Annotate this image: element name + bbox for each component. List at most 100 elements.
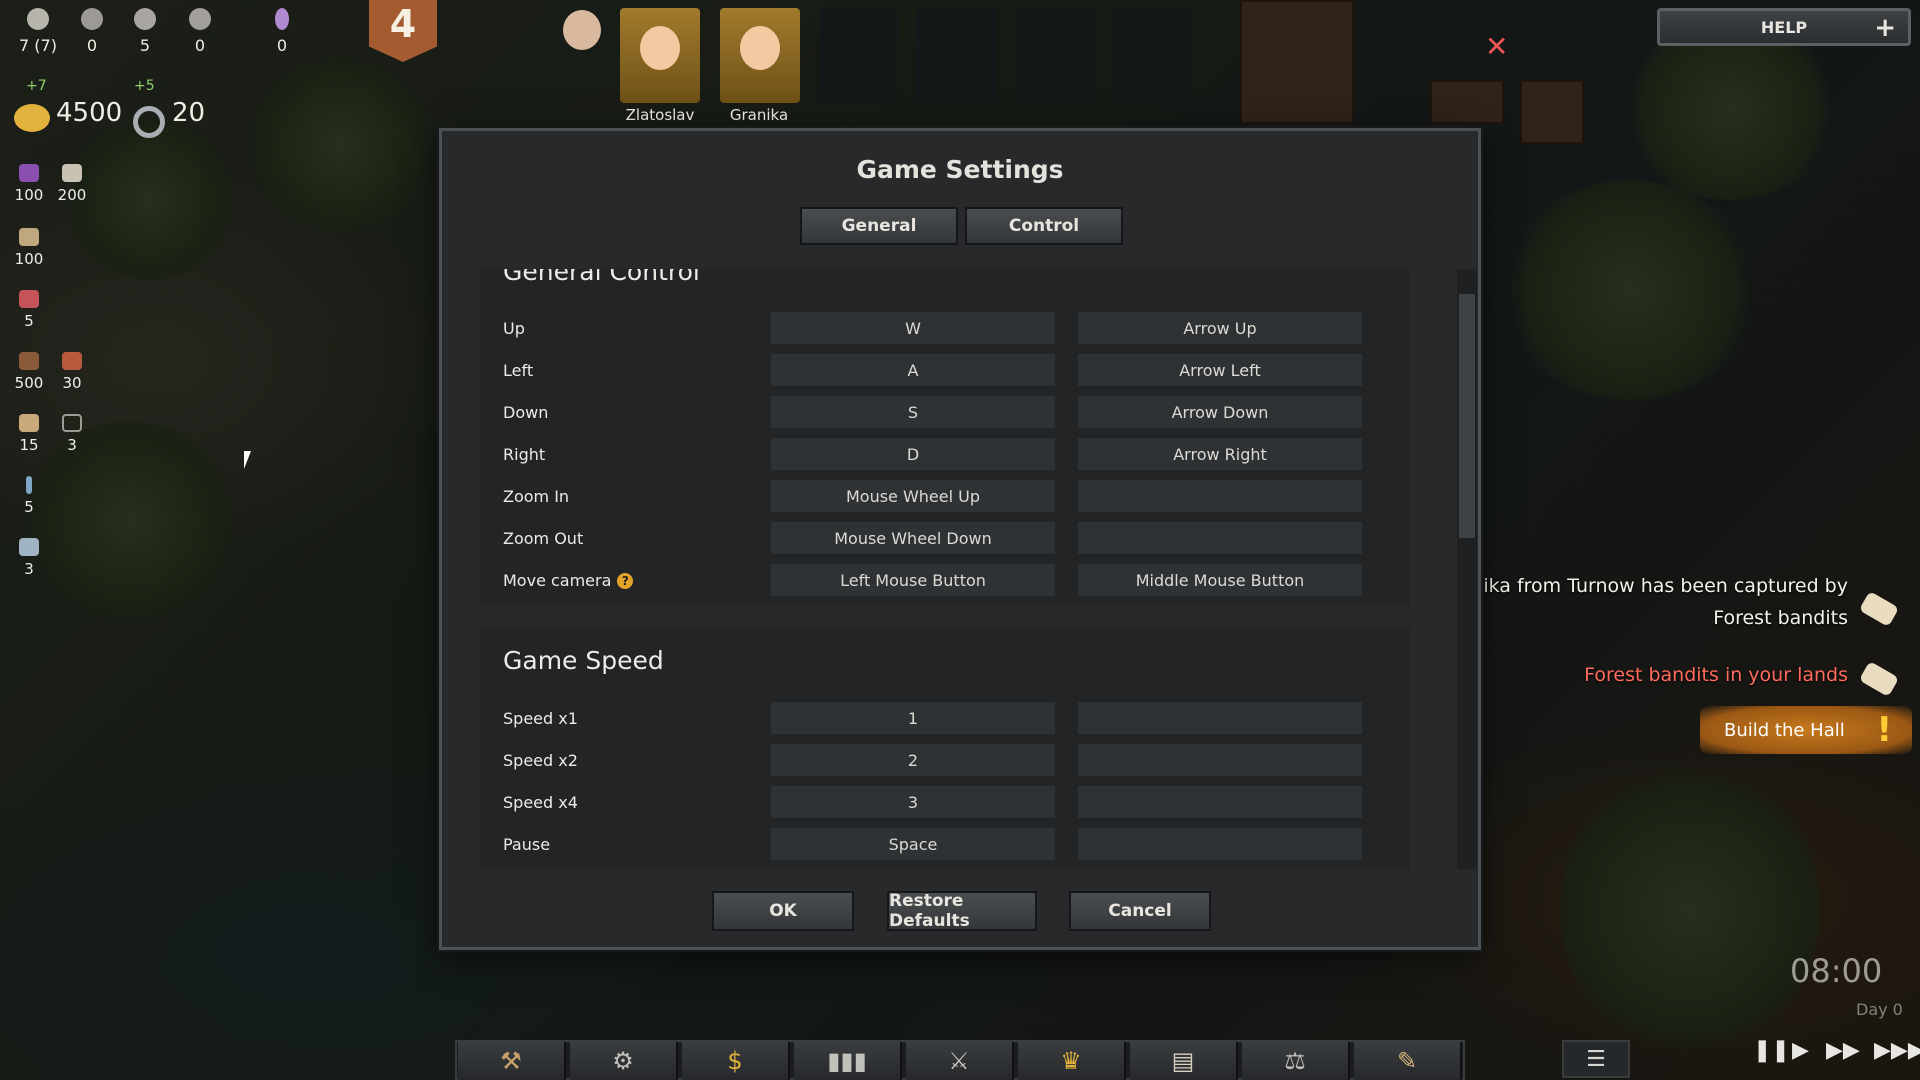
codex-button[interactable]: ▤: [1130, 1042, 1238, 1080]
play-icon[interactable]: ▶: [1792, 1038, 1809, 1063]
primary-key-field[interactable]: A: [771, 354, 1055, 386]
resource-armor[interactable]: 3: [7, 538, 51, 578]
resource-planks[interactable]: 15: [7, 414, 51, 454]
pause-icon[interactable]: ❚❚: [1753, 1038, 1790, 1063]
secondary-key-field[interactable]: Arrow Up: [1078, 312, 1362, 344]
secondary-key-field[interactable]: [1078, 522, 1362, 554]
meat-icon: [19, 290, 39, 308]
settings-scroll-area[interactable]: General Control Up W Arrow Up Left A Arr…: [480, 269, 1428, 869]
notification-captured[interactable]: anika from Turnow has been captured by F…: [1460, 575, 1848, 629]
keybind-row: Pause Space: [480, 828, 1410, 862]
scrollbar-thumb[interactable]: [1459, 294, 1475, 538]
planks-icon: [19, 414, 39, 432]
settings-dialog: Game Settings General Control General Co…: [439, 128, 1481, 950]
gear-icon: ⚙: [612, 1047, 634, 1075]
settings-gear-button[interactable]: ⚙: [570, 1042, 678, 1080]
sick-stat[interactable]: 0: [178, 8, 222, 55]
tab-general[interactable]: General: [800, 207, 958, 245]
primary-key-field[interactable]: Mouse Wheel Up: [771, 480, 1055, 512]
portrait-granika[interactable]: [720, 8, 800, 103]
gold-coins-icon: [14, 104, 50, 132]
help-question-icon[interactable]: ?: [617, 573, 634, 589]
secondary-key-field[interactable]: Arrow Right: [1078, 438, 1362, 470]
cancel-button[interactable]: Cancel: [1069, 891, 1211, 931]
primary-key-field[interactable]: 2: [771, 744, 1055, 776]
primary-key-field[interactable]: Mouse Wheel Down: [771, 522, 1055, 554]
tab-control[interactable]: Control: [965, 207, 1123, 245]
portrait-slot-empty[interactable]: [818, 8, 898, 103]
secondary-key-field[interactable]: [1078, 480, 1362, 512]
money-bag-icon: $: [727, 1047, 743, 1075]
map-button[interactable]: ✎: [1354, 1042, 1462, 1080]
resource-bricks[interactable]: 30: [50, 352, 94, 392]
resource-grain[interactable]: 100: [7, 228, 51, 268]
grain-sack-icon: [19, 228, 39, 246]
queen-portrait-icon: [740, 26, 780, 70]
secondary-key-field[interactable]: Arrow Left: [1078, 354, 1362, 386]
game-menu-button[interactable]: ☰: [1562, 1040, 1630, 1078]
crown-portrait-icon: [640, 26, 680, 70]
sick-person-icon: [189, 8, 211, 30]
section-game-speed: Game Speed Speed x1 1 Speed x2 2 Speed x…: [480, 628, 1410, 869]
notification-bandits[interactable]: Forest bandits in your lands: [1584, 664, 1848, 686]
workers-stat[interactable]: 0: [70, 8, 114, 55]
portrait-slot-empty[interactable]: [916, 8, 996, 103]
primary-key-field[interactable]: Left Mouse Button: [771, 564, 1055, 596]
spear-icon: [26, 476, 32, 494]
secondary-key-field[interactable]: [1078, 786, 1362, 818]
section-title: Game Speed: [503, 646, 664, 675]
restore-defaults-button[interactable]: Restore Defaults: [887, 891, 1037, 931]
section-title: General Control: [503, 269, 700, 286]
portrait-zlatoslav[interactable]: [620, 8, 700, 103]
exclamation-icon: !: [1876, 710, 1892, 750]
help-button[interactable]: HELP +: [1657, 8, 1911, 46]
quest-build-hall[interactable]: Build the Hall !: [1700, 706, 1912, 754]
gold-amount: 4500: [56, 98, 123, 128]
fast-forward-icon[interactable]: ▶▶: [1826, 1038, 1860, 1063]
no-sword-icon[interactable]: ✕: [1485, 30, 1508, 63]
armor-icon: [19, 538, 39, 556]
soldiers-stat[interactable]: 5: [123, 8, 167, 55]
law-button[interactable]: ⚖: [1242, 1042, 1350, 1080]
bow-icon: [62, 414, 82, 432]
primary-key-field[interactable]: Space: [771, 828, 1055, 860]
primary-key-field[interactable]: D: [771, 438, 1055, 470]
primary-key-field[interactable]: 1: [771, 702, 1055, 734]
resource-stone[interactable]: 200: [50, 164, 94, 204]
population-stat[interactable]: 7 (7): [16, 8, 60, 55]
hammer-icon: ⚒: [500, 1047, 522, 1075]
primary-key-field[interactable]: S: [771, 396, 1055, 428]
fastest-forward-icon[interactable]: ▶▶▶: [1874, 1038, 1920, 1063]
resource-berries[interactable]: 100: [7, 164, 51, 204]
secondary-key-field[interactable]: [1078, 744, 1362, 776]
secondary-key-field[interactable]: Arrow Down: [1078, 396, 1362, 428]
secondary-key-field[interactable]: [1078, 828, 1362, 860]
ok-button[interactable]: OK: [712, 891, 854, 931]
expand-plus-icon: +: [1874, 13, 1896, 43]
scales-icon: ⚖: [1284, 1047, 1306, 1075]
kingdom-button[interactable]: ♛: [1018, 1042, 1126, 1080]
build-hammer-button[interactable]: ⚒: [458, 1042, 566, 1080]
keybind-row: Speed x4 3: [480, 786, 1410, 820]
secondary-key-field[interactable]: Middle Mouse Button: [1078, 564, 1362, 596]
portrait-slot-empty[interactable]: [1110, 8, 1190, 103]
resource-bows[interactable]: 3: [50, 414, 94, 454]
statistics-button[interactable]: ▮▮▮: [794, 1042, 902, 1080]
secondary-key-field[interactable]: [1078, 702, 1362, 734]
resource-spears[interactable]: 5: [7, 476, 51, 516]
gold-bonus: +7: [26, 78, 47, 94]
resource-logs[interactable]: 500: [7, 352, 51, 392]
keybind-row: Left A Arrow Left: [480, 354, 1410, 388]
deaths-stat[interactable]: 0: [260, 8, 304, 55]
economy-button[interactable]: $: [682, 1042, 790, 1080]
sliders-icon: ☰: [1586, 1046, 1606, 1072]
portrait-slot-empty[interactable]: [1014, 8, 1094, 103]
military-button[interactable]: ⚔: [906, 1042, 1014, 1080]
primary-key-field[interactable]: W: [771, 312, 1055, 344]
person-icon: [27, 8, 49, 30]
crossed-swords-icon: ⚔: [948, 1047, 970, 1075]
resource-meat[interactable]: 5: [7, 290, 51, 330]
advisor-icon[interactable]: [563, 10, 601, 50]
primary-key-field[interactable]: 3: [771, 786, 1055, 818]
bricks-icon: [62, 352, 82, 370]
